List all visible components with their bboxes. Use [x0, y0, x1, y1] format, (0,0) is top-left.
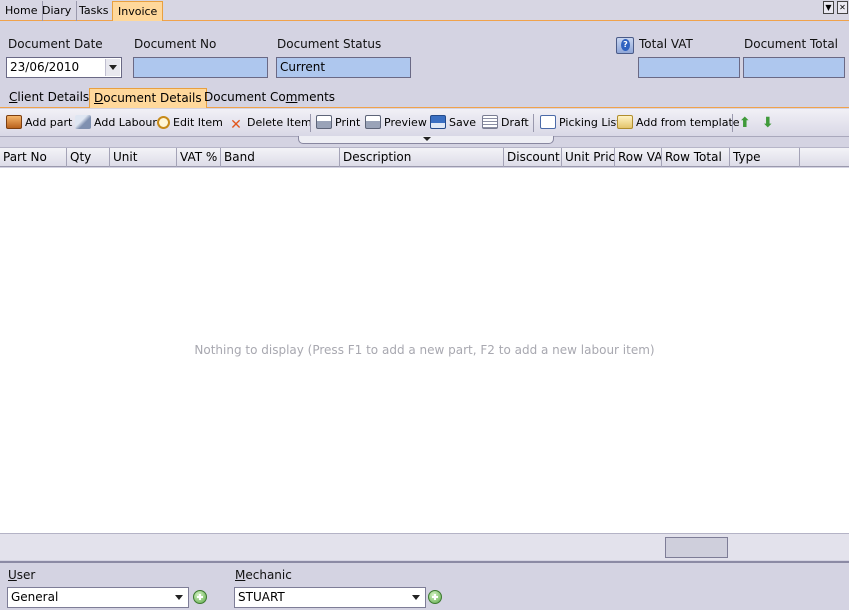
document-toolbar: Add part Add Labour Edit Item ✕ Delete It… — [0, 109, 849, 137]
tab-tasks[interactable]: Tasks — [74, 1, 115, 21]
print-label: Print — [335, 116, 361, 129]
document-status-label: Document Status — [277, 37, 382, 51]
column-band[interactable]: Band — [221, 148, 340, 167]
column-unit-price[interactable]: Unit Pric — [562, 148, 615, 167]
add-part-label: Add part — [25, 116, 73, 129]
document-date-value: 23/06/2010 — [10, 60, 80, 74]
document-no-label: Document No — [134, 37, 217, 51]
tab-label-mnemonic: D — [94, 91, 104, 105]
document-total-field[interactable] — [743, 57, 845, 78]
move-up-arrow-icon[interactable]: ⬆ — [739, 114, 751, 132]
tab-label-mnemonic: m — [285, 90, 298, 104]
wrench-icon — [75, 115, 91, 129]
toolbar-separator — [732, 114, 733, 132]
template-icon — [617, 115, 633, 129]
tab-label-part: ments — [297, 90, 336, 104]
document-footer: User General Mechanic STUART — [0, 561, 849, 610]
preview-button[interactable]: Preview — [365, 114, 427, 132]
save-button[interactable]: Save — [430, 114, 476, 132]
edit-item-label: Edit Item — [173, 116, 223, 129]
mechanic-label-text: echanic — [245, 568, 292, 582]
save-label: Save — [449, 116, 477, 129]
draft-document-icon — [482, 115, 498, 129]
print-button[interactable]: Print — [316, 114, 360, 132]
user-value: General — [11, 590, 59, 604]
items-grid-body[interactable]: Nothing to display (Press F1 to add a ne… — [0, 168, 849, 533]
toolbar-separator — [533, 114, 534, 132]
tab-label-part: lient Details — [17, 90, 90, 104]
tab-document-comments[interactable]: Document Comments — [200, 88, 339, 108]
add-user-icon[interactable] — [193, 590, 207, 604]
draft-button[interactable]: Draft — [482, 114, 529, 132]
column-row-vat[interactable]: Row VA — [615, 148, 662, 167]
document-total-label: Document Total — [744, 37, 839, 51]
total-vat-label: Total VAT — [639, 37, 693, 51]
top-tab-bar: Home Diary Tasks Invoice ▼ ✕ — [0, 0, 849, 21]
user-label-text: ser — [16, 568, 36, 582]
preview-label: Preview — [384, 116, 427, 129]
add-part-button[interactable]: Add part — [6, 114, 72, 132]
edit-item-button[interactable]: Edit Item — [157, 114, 223, 132]
toolbar-collapse-handle[interactable] — [298, 136, 554, 144]
printer-icon — [316, 115, 332, 129]
tab-diary[interactable]: Diary — [37, 1, 78, 21]
column-row-total[interactable]: Row Total — [662, 148, 730, 167]
total-vat-field[interactable] — [638, 57, 740, 78]
chevron-down-icon[interactable] — [409, 589, 424, 606]
document-header: Document Date 23/06/2010 Document No Doc… — [0, 22, 849, 85]
column-discount[interactable]: Discount — [504, 148, 562, 167]
user-select[interactable]: General — [7, 587, 189, 608]
draft-label: Draft — [501, 116, 529, 129]
tab-label-part: Document Co — [204, 90, 286, 104]
column-unit[interactable]: Unit — [110, 148, 177, 167]
add-from-template-button[interactable]: Add from template — [617, 114, 740, 132]
delete-item-button[interactable]: ✕ Delete Item — [228, 114, 312, 132]
document-sub-tabs: Client Details Document Details Document… — [0, 86, 849, 108]
empty-grid-message: Nothing to display (Press F1 to add a ne… — [194, 343, 655, 357]
tab-client-details[interactable]: Client Details — [5, 88, 93, 108]
chevron-down-icon[interactable] — [172, 589, 187, 606]
print-preview-icon — [365, 115, 381, 129]
tab-invoice[interactable]: Invoice — [112, 1, 164, 21]
add-labour-button[interactable]: Add Labour — [75, 114, 157, 132]
delete-item-label: Delete Item — [247, 116, 312, 129]
tab-document-details[interactable]: Document Details — [89, 88, 207, 108]
picking-list-label: Picking List — [559, 116, 621, 129]
column-description[interactable]: Description — [340, 148, 504, 167]
window-menu-button[interactable]: ▼ — [823, 1, 834, 14]
box-icon — [6, 115, 22, 129]
help-icon[interactable] — [616, 37, 634, 54]
tab-label-part: ocument Details — [103, 91, 202, 105]
document-status-field[interactable]: Current — [276, 57, 411, 78]
document-no-field[interactable] — [133, 57, 268, 78]
add-from-template-label: Add from template — [636, 116, 740, 129]
items-grid-footer — [0, 533, 849, 560]
move-down-arrow-icon[interactable]: ⬇ — [762, 114, 774, 132]
column-part-no[interactable]: Part No — [0, 148, 67, 167]
column-vat-percent[interactable]: VAT % — [177, 148, 221, 167]
picking-list-icon — [540, 115, 556, 129]
add-labour-label: Add Labour — [94, 116, 157, 129]
mechanic-value: STUART — [238, 590, 285, 604]
document-date-field[interactable]: 23/06/2010 — [6, 57, 122, 78]
picking-list-button[interactable]: Picking List — [540, 114, 621, 132]
user-label: User — [8, 568, 36, 582]
column-type[interactable]: Type — [730, 148, 800, 167]
mechanic-select[interactable]: STUART — [234, 587, 426, 608]
document-date-label: Document Date — [8, 37, 103, 51]
grid-summary-cell — [665, 537, 728, 558]
mechanic-label: Mechanic — [235, 568, 292, 582]
delete-x-icon: ✕ — [230, 117, 242, 133]
close-icon[interactable]: ✕ — [837, 1, 848, 14]
add-mechanic-icon[interactable] — [428, 590, 442, 604]
column-qty[interactable]: Qty — [67, 148, 110, 167]
toolbar-separator — [310, 114, 311, 132]
floppy-disk-icon — [430, 115, 446, 129]
items-grid-header: Part No Qty Unit VAT % Band Description … — [0, 147, 849, 167]
chevron-down-icon[interactable] — [105, 59, 120, 76]
magnifier-icon — [157, 116, 170, 129]
